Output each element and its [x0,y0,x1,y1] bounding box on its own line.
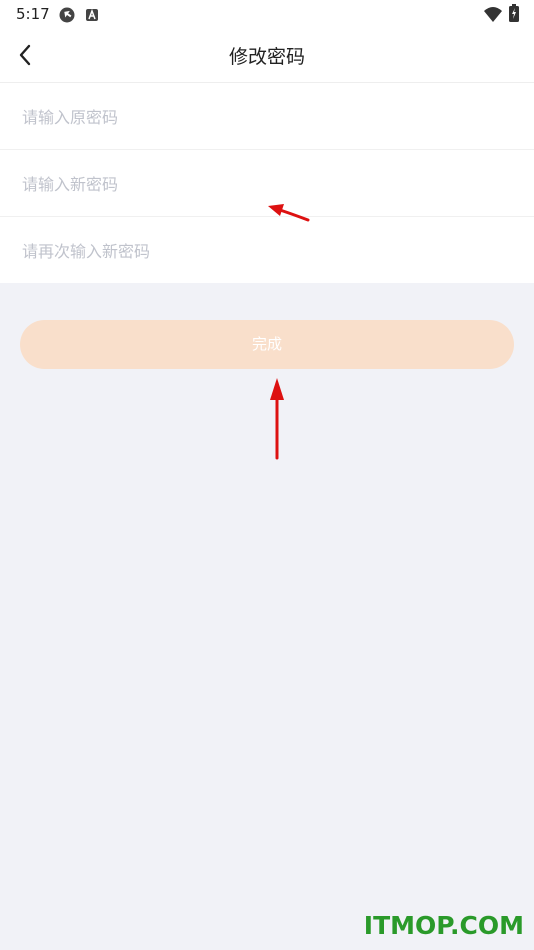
confirm-password-field [0,217,534,285]
new-password-field [0,150,534,218]
new-password-input[interactable] [20,150,518,218]
status-time: 5:17 [16,5,50,23]
page-title: 修改密码 [228,46,305,68]
wifi-icon [483,5,503,27]
old-password-input[interactable] [20,83,518,151]
done-button[interactable]: 完成 [20,320,514,369]
old-password-field [0,83,534,151]
watermark: ITMOP.COM [363,911,524,940]
a-badge-icon [85,7,99,26]
confirm-password-input[interactable] [20,217,518,285]
password-form [0,83,534,285]
annotation-arrow-up-icon [270,378,284,460]
battery-icon [509,4,519,26]
status-bar: 5:17 [0,0,534,28]
sync-icon [58,6,76,28]
app-header: 修改密码 [0,28,534,83]
